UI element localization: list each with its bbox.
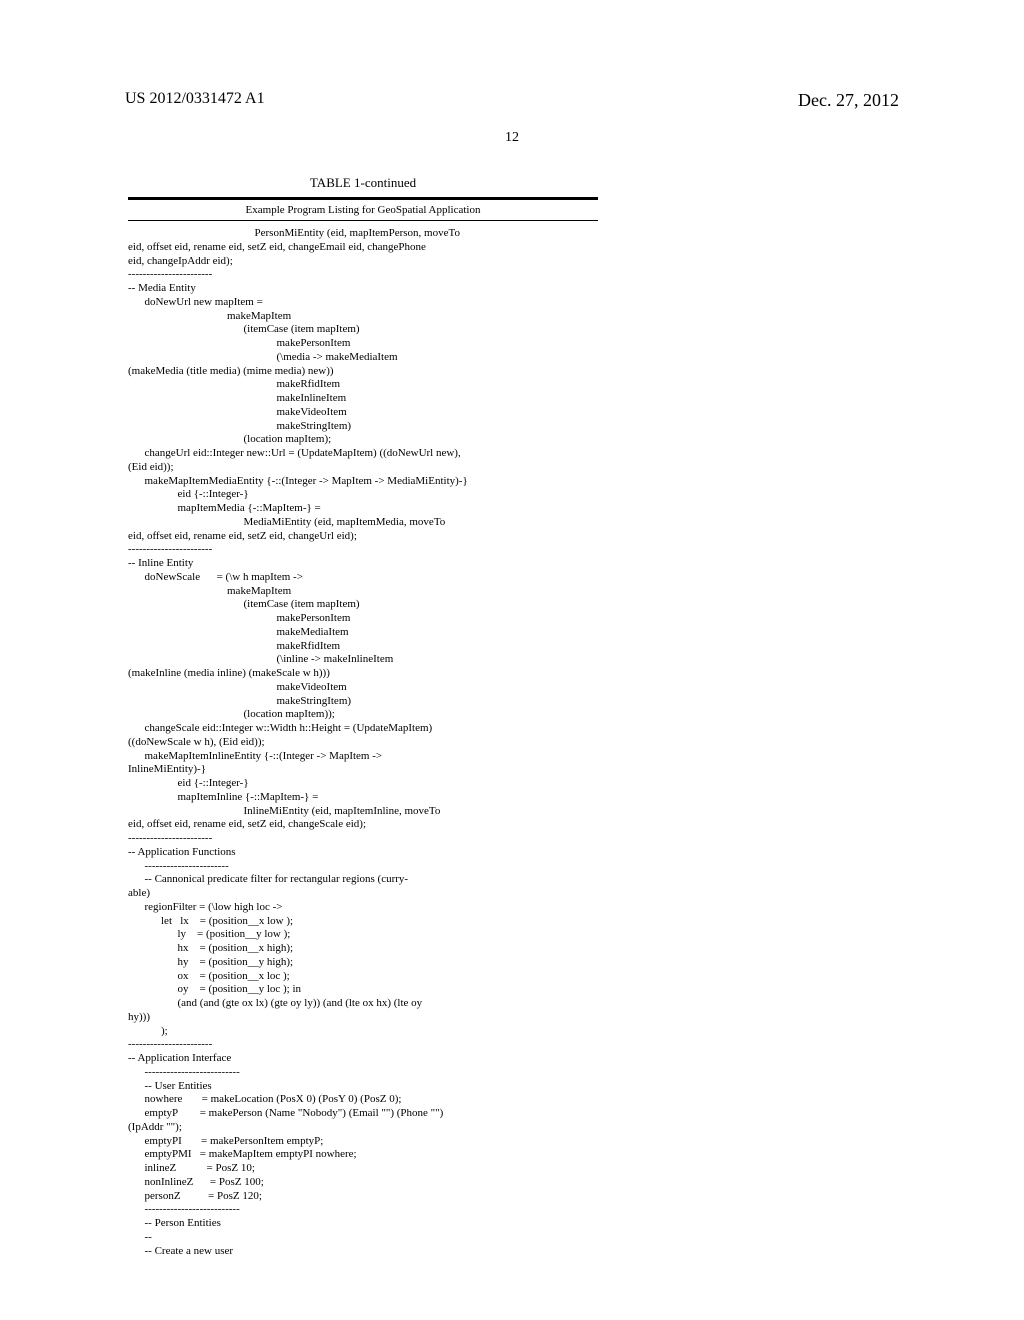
table-title: TABLE 1-continued [128,175,598,191]
page-number: 12 [0,130,1024,146]
table-separator-top [128,197,598,200]
table-container: TABLE 1-continued Example Program Listin… [128,175,598,1258]
code-listing: PersonMiEntity (eid, mapItemPerson, move… [128,227,598,1258]
publication-number: US 2012/0331472 A1 [125,90,265,111]
table-caption: Example Program Listing for GeoSpatial A… [128,204,598,216]
publication-date: Dec. 27, 2012 [798,90,899,111]
table-separator-mid [128,220,598,221]
